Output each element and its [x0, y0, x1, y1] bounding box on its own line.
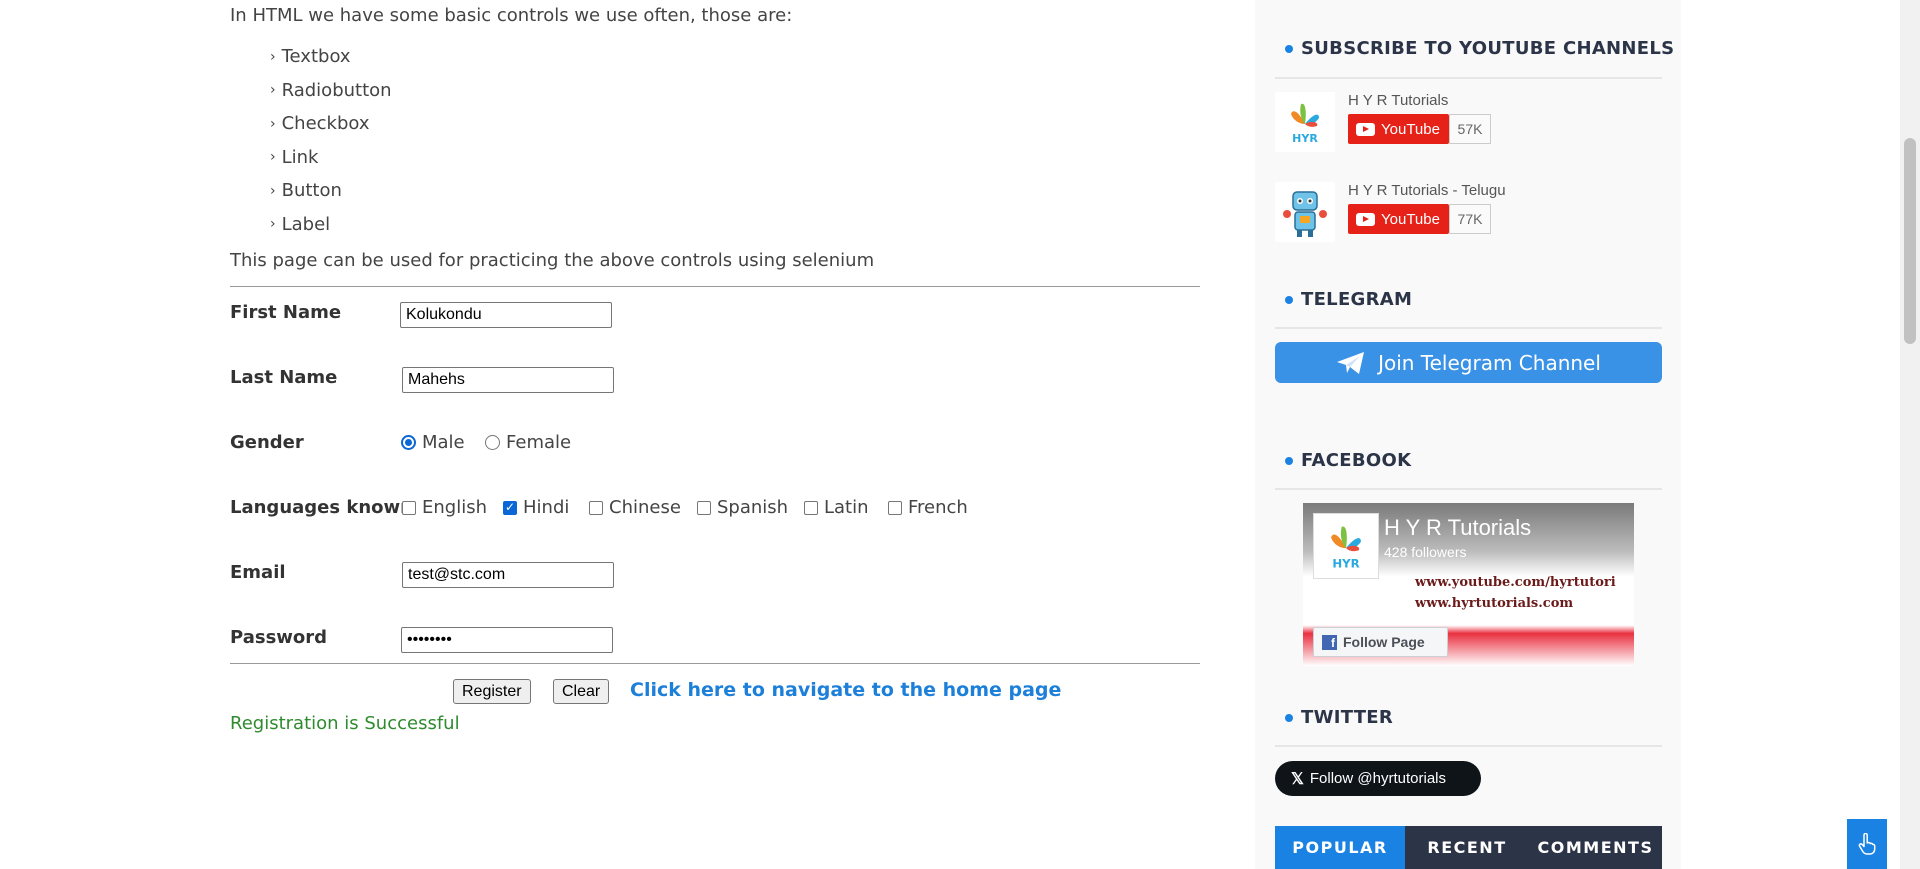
last-name-label: Last Name [230, 367, 338, 388]
section-divider [1275, 745, 1662, 747]
first-name-input[interactable] [400, 302, 612, 328]
checkbox-checked-icon[interactable] [503, 500, 517, 515]
facebook-followers: 428 followers [1384, 544, 1467, 560]
practice-text: This page can be used for practicing the… [230, 250, 875, 271]
facebook-banner-url: www.hyrtutorials.com [1415, 596, 1574, 611]
main-content: In HTML we have some basic controls we u… [230, 0, 1200, 869]
divider-bottom [230, 663, 1200, 664]
list-item: › Label [270, 213, 331, 235]
tab-comments[interactable]: COMMENTS [1529, 826, 1662, 869]
join-telegram-button[interactable]: Join Telegram Channel [1275, 342, 1662, 383]
svg-text:HYR: HYR [1332, 556, 1359, 570]
checkbox-icon[interactable] [402, 500, 416, 515]
gender-female-radio[interactable]: Female [485, 432, 571, 453]
radio-selected-icon[interactable] [401, 435, 416, 450]
languages-label: Languages known [230, 497, 413, 518]
success-message: Registration is Successful [230, 713, 460, 734]
x-logo-icon: 𝕏 [1291, 770, 1304, 788]
home-page-link[interactable]: Click here to navigate to the home page [630, 679, 1061, 701]
youtube-play-icon [1356, 212, 1375, 226]
bullet-icon [1285, 295, 1293, 304]
email-input[interactable] [402, 562, 614, 588]
bullet-icon [1285, 713, 1293, 722]
channel-logo[interactable] [1275, 182, 1335, 242]
checkbox-icon[interactable] [697, 500, 711, 515]
section-divider [1275, 77, 1662, 79]
language-chinese-checkbox[interactable]: Chinese [589, 497, 681, 518]
gender-male-radio[interactable]: Male [401, 432, 465, 453]
page-scrollbar[interactable] [1900, 0, 1920, 869]
list-item: › Radiobutton [270, 79, 392, 101]
checkbox-icon[interactable] [804, 500, 818, 515]
email-label: Email [230, 562, 286, 583]
youtube-subscribe-button[interactable]: YouTube [1348, 114, 1449, 144]
subscriber-count[interactable]: 77K [1449, 204, 1491, 234]
gender-label: Gender [230, 432, 304, 453]
language-hindi-checkbox[interactable]: Hindi [503, 497, 569, 518]
bullet-icon [1285, 456, 1293, 465]
tab-recent[interactable]: RECENT [1405, 826, 1529, 869]
language-english-checkbox[interactable]: English [402, 497, 487, 518]
section-divider [1275, 488, 1662, 490]
twitter-section-title: TWITTER [1285, 707, 1393, 728]
language-french-checkbox[interactable]: French [888, 497, 968, 518]
subscriber-count[interactable]: 57K [1449, 114, 1491, 144]
twitter-follow-button[interactable]: 𝕏 Follow @hyrtutorials [1275, 761, 1481, 796]
list-item: › Checkbox [270, 113, 370, 135]
list-item: › Link [270, 146, 319, 168]
telegram-section-title: TELEGRAM [1285, 289, 1412, 310]
register-button[interactable]: Register [453, 679, 531, 704]
chevron-right-icon: › [270, 182, 276, 199]
facebook-follow-button[interactable]: f Follow Page [1313, 627, 1448, 657]
facebook-icon: f [1322, 634, 1337, 650]
hand-pointer-icon [1858, 833, 1876, 855]
youtube-channel: H Y R Tutorials - Telugu YouTube 77K [1275, 182, 1662, 252]
channel-name[interactable]: H Y R Tutorials - Telugu [1348, 182, 1506, 199]
posts-tabs: POPULAR RECENT COMMENTS [1275, 826, 1662, 869]
password-input[interactable] [401, 627, 613, 653]
chevron-right-icon: › [270, 216, 276, 233]
youtube-play-icon [1356, 122, 1375, 136]
list-item: › Textbox [270, 46, 351, 68]
scroll-to-top-button[interactable] [1847, 819, 1887, 869]
svg-text:HYR: HYR [1292, 132, 1318, 145]
chevron-right-icon: › [270, 82, 276, 99]
tab-popular[interactable]: POPULAR [1275, 826, 1405, 869]
chevron-right-icon: › [270, 48, 276, 65]
facebook-page-widget[interactable]: HYR H Y R Tutorials 428 followers www.yo… [1303, 503, 1634, 666]
language-spanish-checkbox[interactable]: Spanish [697, 497, 788, 518]
checkbox-icon[interactable] [589, 500, 603, 515]
divider-top [230, 286, 1200, 287]
youtube-channel: HYR H Y R Tutorials YouTube 57K [1275, 92, 1662, 162]
telegram-icon [1337, 351, 1365, 374]
list-item: › Button [270, 180, 342, 202]
youtube-section-title: SUBSCRIBE TO YOUTUBE CHANNELS [1285, 38, 1674, 59]
scrollbar-thumb[interactable] [1904, 138, 1916, 344]
last-name-input[interactable] [402, 367, 614, 393]
clear-button[interactable]: Clear [553, 679, 610, 704]
radio-unselected-icon[interactable] [485, 435, 500, 450]
facebook-page-avatar[interactable]: HYR [1313, 513, 1379, 579]
first-name-label: First Name [230, 302, 342, 323]
channel-logo[interactable]: HYR [1275, 92, 1335, 152]
facebook-banner-url: www.youtube.com/hyrtutori [1415, 575, 1616, 590]
chevron-right-icon: › [270, 115, 276, 132]
youtube-subscribe-button[interactable]: YouTube [1348, 204, 1449, 234]
checkbox-icon[interactable] [888, 500, 902, 515]
sidebar: SUBSCRIBE TO YOUTUBE CHANNELS HYR H Y R … [1255, 0, 1681, 869]
language-latin-checkbox[interactable]: Latin [804, 497, 869, 518]
chevron-right-icon: › [270, 149, 276, 166]
bullet-icon [1285, 44, 1293, 53]
facebook-page-name[interactable]: H Y R Tutorials [1384, 515, 1531, 541]
password-label: Password [230, 627, 328, 648]
channel-name[interactable]: H Y R Tutorials [1348, 92, 1448, 109]
section-divider [1275, 327, 1662, 329]
facebook-section-title: FACEBOOK [1285, 450, 1411, 471]
intro-text: In HTML we have some basic controls we u… [230, 5, 793, 26]
controls-list: › Textbox › Radiobutton › Checkbox › Link › B… [270, 40, 392, 241]
